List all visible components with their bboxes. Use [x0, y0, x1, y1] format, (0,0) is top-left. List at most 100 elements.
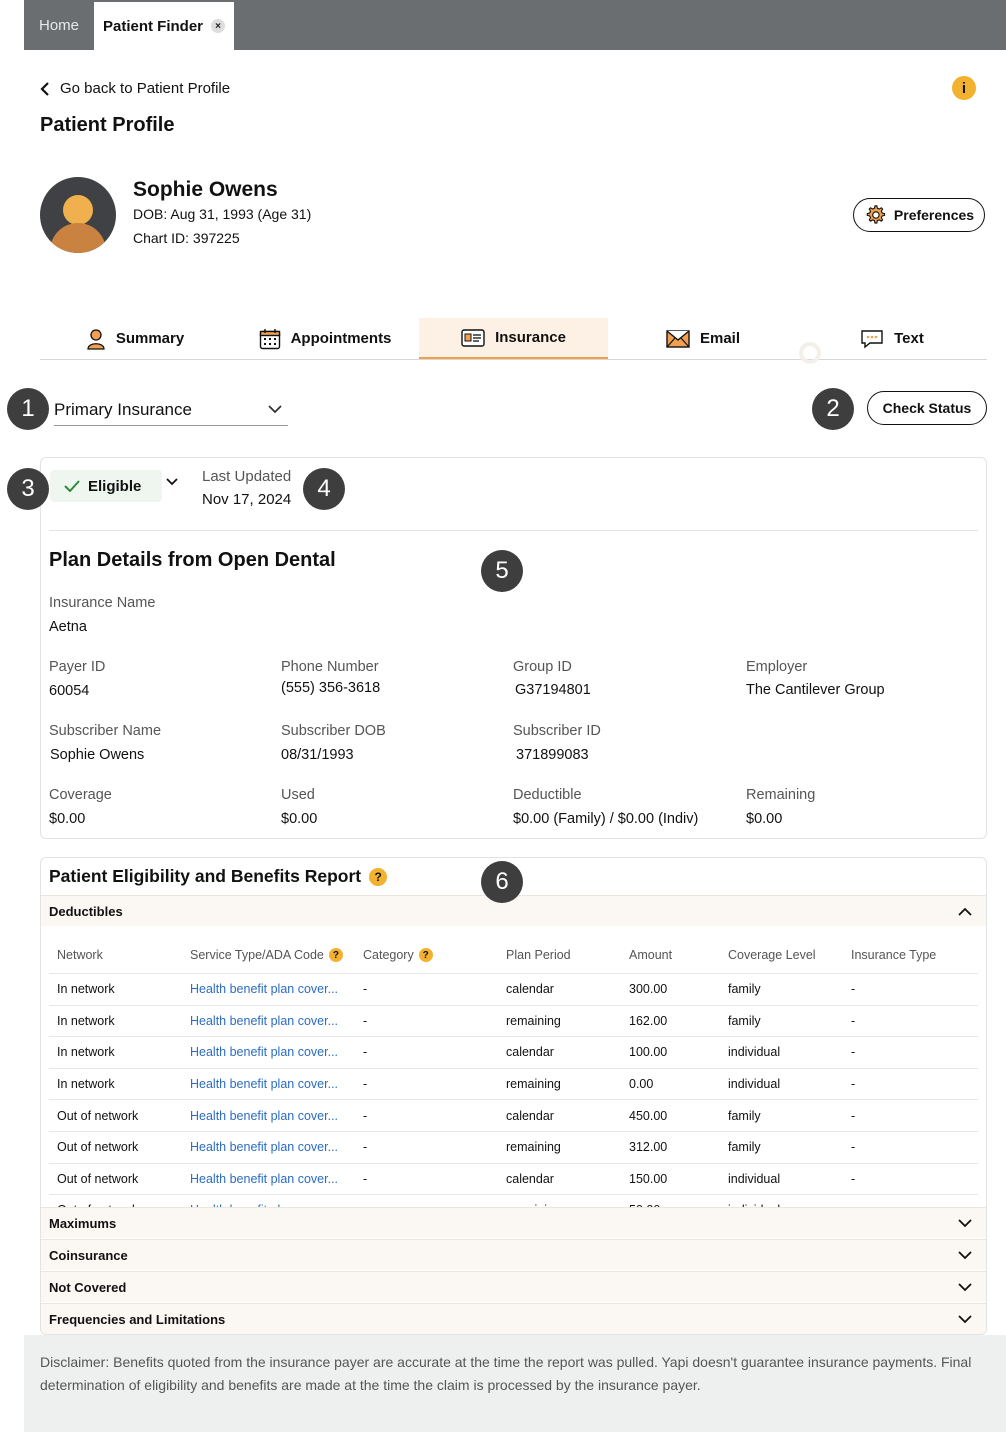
- cell-insurance-type: -: [843, 1005, 978, 1038]
- help-icon[interactable]: ?: [418, 948, 433, 962]
- tab-email[interactable]: Email: [608, 318, 798, 359]
- tab-home-label: Home: [38, 16, 79, 34]
- tab-text[interactable]: Text: [797, 318, 987, 359]
- remaining-value: $0.00: [746, 811, 783, 827]
- section-deductibles[interactable]: Deductibles: [41, 895, 986, 926]
- section-coinsurance[interactable]: Coinsurance: [41, 1239, 986, 1270]
- cell-insurance-type: -: [843, 1099, 978, 1132]
- cell-coverage-level: individual: [720, 1036, 843, 1069]
- tab-summary[interactable]: Summary: [40, 318, 230, 359]
- info-icon[interactable]: i: [952, 76, 976, 100]
- service-type-link[interactable]: Health benefit plan cover...: [182, 973, 355, 1006]
- col-network: Network: [49, 937, 182, 974]
- table-row: In network Health benefit plan cover... …: [49, 1036, 978, 1069]
- benefits-report-card: Patient Eligibility and Benefits Report …: [40, 857, 987, 1335]
- section-frequencies-limitations[interactable]: Frequencies and Limitations: [41, 1303, 986, 1334]
- check-icon: [64, 480, 80, 492]
- payer-id-label: Payer ID: [49, 659, 106, 675]
- chat-bubble-icon: [861, 329, 883, 348]
- subscriber-id-value: 371899083: [516, 747, 589, 763]
- chevron-down-icon: [958, 1250, 972, 1259]
- chevron-down-icon: [958, 1218, 972, 1227]
- col-plan-period: Plan Period: [498, 937, 621, 974]
- cell-amount: 162.00: [621, 1005, 720, 1038]
- cell-plan-period: remaining: [498, 1005, 621, 1038]
- section-not-covered[interactable]: Not Covered: [41, 1271, 986, 1302]
- dob-value: Aug 31, 1993 (Age 31): [170, 206, 312, 222]
- cell-plan-period: calendar: [498, 1099, 621, 1132]
- app-window: Home Patient Finder × Go back to Patient…: [7, 0, 1006, 1432]
- subscriber-dob-value: 08/31/1993: [281, 747, 354, 763]
- check-status-button[interactable]: Check Status: [867, 391, 987, 425]
- coverage-value: $0.00: [49, 811, 86, 827]
- insurance-select[interactable]: Primary Insurance: [54, 394, 288, 426]
- section-maximums[interactable]: Maximums: [41, 1207, 986, 1238]
- callout-badge-1: 1: [7, 388, 49, 430]
- help-icon[interactable]: ?: [369, 867, 388, 886]
- help-icon[interactable]: ?: [328, 948, 343, 962]
- tab-home[interactable]: Home: [24, 0, 94, 50]
- preferences-label: Preferences: [893, 207, 975, 223]
- cell-network: In network: [49, 1036, 182, 1069]
- cell-category: -: [355, 1005, 498, 1038]
- service-type-link[interactable]: Health benefit plan cover...: [182, 1068, 355, 1101]
- cell-amount: 0.00: [621, 1068, 720, 1101]
- back-link[interactable]: Go back to Patient Profile: [40, 80, 230, 97]
- cell-plan-period: remaining: [498, 1131, 621, 1164]
- cell-insurance-type: -: [843, 1131, 978, 1164]
- tab-patient-finder-label: Patient Finder: [102, 17, 203, 35]
- cell-amount: 100.00: [621, 1036, 720, 1069]
- cell-category: -: [355, 1163, 498, 1196]
- tab-insurance[interactable]: Insurance: [419, 318, 608, 359]
- table-header-row: Network Service Type/ADA Code? Category?…: [49, 937, 978, 974]
- service-type-link[interactable]: Health benefit plan cover...: [182, 1036, 355, 1069]
- close-icon[interactable]: ×: [211, 19, 225, 33]
- subscriber-id-label: Subscriber ID: [513, 723, 601, 739]
- chart-label: Chart ID:: [133, 230, 190, 246]
- cell-category: -: [355, 1131, 498, 1164]
- chart-value: 397225: [192, 230, 240, 246]
- tab-patient-finder[interactable]: Patient Finder ×: [94, 2, 234, 50]
- avatar-body: [50, 223, 106, 253]
- table-row: In network Health benefit plan cover... …: [49, 1005, 978, 1038]
- callout-badge-4: 4: [303, 468, 345, 510]
- table-row: Out of network Health benefit plan cover…: [49, 1099, 978, 1132]
- cell-amount: 450.00: [621, 1099, 720, 1132]
- col-insurance-type: Insurance Type: [843, 937, 978, 974]
- disclaimer-footer: Disclaimer: Benefits quoted from the ins…: [24, 1335, 1006, 1432]
- cell-amount: 150.00: [621, 1163, 720, 1196]
- subscriber-name-label: Subscriber Name: [49, 723, 162, 739]
- subscriber-dob-label: Subscriber DOB: [281, 723, 386, 739]
- phone-label: Phone Number: [281, 659, 379, 675]
- service-type-link[interactable]: Health benefit plan cover...: [182, 1131, 355, 1164]
- cell-coverage-level: family: [720, 1005, 843, 1038]
- group-id-label: Group ID: [513, 659, 572, 675]
- cell-network: Out of network: [49, 1131, 182, 1164]
- deductible-label: Deductible: [513, 787, 582, 803]
- calendar-icon: [259, 328, 280, 349]
- col-coverage-level: Coverage Level: [720, 937, 843, 974]
- service-type-link[interactable]: Health benefit plan cover...: [182, 1099, 355, 1132]
- tab-summary-label: Summary: [115, 330, 185, 347]
- callout-badge-6: 6: [481, 861, 523, 903]
- used-label: Used: [281, 787, 315, 803]
- chevron-down-icon: [958, 1314, 972, 1323]
- profile-tabs: Summary Appointments Insurance Email Tex…: [40, 318, 987, 360]
- eligibility-status-badge[interactable]: Eligible: [50, 470, 162, 502]
- plan-details-title: Plan Details from Open Dental: [49, 549, 336, 571]
- preferences-button[interactable]: Preferences: [853, 198, 985, 232]
- chevron-down-icon[interactable]: [166, 478, 178, 486]
- cell-insurance-type: -: [843, 1036, 978, 1069]
- section-frequencies-limitations-label: Frequencies and Limitations: [49, 1311, 226, 1327]
- tab-text-label: Text: [894, 330, 924, 347]
- page-title: Patient Profile: [40, 114, 175, 136]
- tab-appointments[interactable]: Appointments: [230, 318, 420, 359]
- service-type-link[interactable]: Health benefit plan cover...: [182, 1005, 355, 1038]
- cell-coverage-level: family: [720, 973, 843, 1006]
- patient-name: Sophie Owens: [133, 178, 278, 201]
- cell-category: -: [355, 973, 498, 1006]
- section-deductibles-label: Deductibles: [49, 903, 123, 919]
- col-category-label: Category: [363, 948, 414, 962]
- service-type-link[interactable]: Health benefit plan cover...: [182, 1163, 355, 1196]
- avatar: [40, 177, 116, 253]
